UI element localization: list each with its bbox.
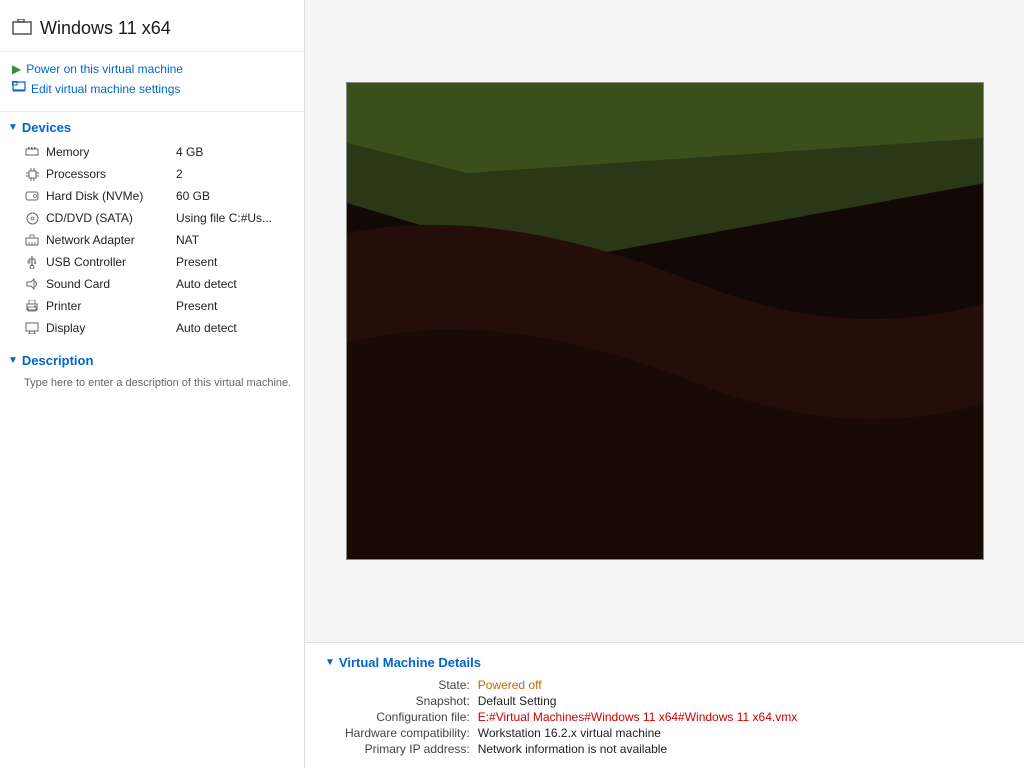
description-text: Type here to enter a description of this… [0, 372, 304, 395]
state-label: State: [345, 678, 470, 692]
edit-icon [12, 81, 26, 96]
device-name: Display [46, 321, 176, 335]
memory-icon [24, 144, 40, 160]
device-name: Processors [46, 167, 176, 181]
cpu-icon [24, 166, 40, 182]
power-on-link[interactable]: ▶ Power on this virtual machine [12, 62, 292, 76]
device-value: Present [176, 255, 292, 269]
vm-canvas [347, 83, 983, 559]
device-value: Using file C:#Us... [176, 211, 292, 225]
device-name: CD/DVD (SATA) [46, 211, 176, 225]
devices-section-header[interactable]: ▼ Devices [0, 112, 304, 139]
devices-table: Memory 4 GB Processors 2 Hard Disk (NVMe… [0, 139, 304, 341]
hardware-value: Workstation 16.2.x virtual machine [478, 726, 1004, 740]
vm-title-area: Windows 11 x64 [0, 10, 304, 52]
description-section: ▼ Description Type here to enter a descr… [0, 341, 304, 399]
device-value: 2 [176, 167, 292, 181]
list-item[interactable]: Sound Card Auto detect [0, 273, 304, 295]
devices-arrow: ▼ [8, 122, 18, 133]
description-section-header[interactable]: ▼ Description [0, 345, 304, 372]
display-icon [24, 320, 40, 336]
edit-settings-link[interactable]: Edit virtual machine settings [12, 81, 292, 96]
device-value: NAT [176, 233, 292, 247]
description-arrow: ▼ [8, 355, 18, 366]
details-table: State: Powered off Snapshot: Default Set… [325, 678, 1004, 756]
hdd-icon [24, 188, 40, 204]
vm-title: Windows 11 x64 [40, 18, 171, 39]
device-name: Memory [46, 145, 176, 159]
vm-details-header[interactable]: ▼ Virtual Machine Details [325, 655, 1004, 670]
device-name: Sound Card [46, 277, 176, 291]
right-panel: ▼ Virtual Machine Details State: Powered… [305, 0, 1024, 768]
list-item[interactable]: Display Auto detect [0, 317, 304, 339]
left-panel: Windows 11 x64 ▶ Power on this virtual m… [0, 0, 305, 768]
vm-icon [12, 19, 32, 39]
power-on-label: Power on this virtual machine [26, 62, 183, 76]
device-value: Present [176, 299, 292, 313]
main-container: Windows 11 x64 ▶ Power on this virtual m… [0, 0, 1024, 768]
sound-icon [24, 276, 40, 292]
device-name: Hard Disk (NVMe) [46, 189, 176, 203]
device-name: Printer [46, 299, 176, 313]
list-item[interactable]: CD/DVD (SATA) Using file C:#Us... [0, 207, 304, 229]
network-icon [24, 232, 40, 248]
edit-settings-label: Edit virtual machine settings [31, 82, 180, 96]
ip-value: Network information is not available [478, 742, 1004, 756]
device-name: Network Adapter [46, 233, 176, 247]
vm-display-area [305, 0, 1024, 642]
snapshot-value: Default Setting [478, 694, 1004, 708]
config-value: E:#Virtual Machines#Windows 11 x64#Windo… [478, 710, 1004, 724]
hardware-label: Hardware compatibility: [345, 726, 470, 740]
list-item[interactable]: Network Adapter NAT [0, 229, 304, 251]
device-value: Auto detect [176, 277, 292, 291]
play-icon: ▶ [12, 62, 21, 76]
description-title: Description [22, 353, 94, 368]
list-item[interactable]: Printer Present [0, 295, 304, 317]
list-item[interactable]: Hard Disk (NVMe) 60 GB [0, 185, 304, 207]
details-arrow: ▼ [325, 657, 335, 668]
printer-icon [24, 298, 40, 314]
bottom-info: ▼ Virtual Machine Details State: Powered… [305, 642, 1024, 768]
dvd-icon [24, 210, 40, 226]
list-item[interactable]: Memory 4 GB [0, 141, 304, 163]
actions-area: ▶ Power on this virtual machine Edit vir… [0, 52, 304, 112]
usb-icon [24, 254, 40, 270]
device-value: Auto detect [176, 321, 292, 335]
list-item[interactable]: Processors 2 [0, 163, 304, 185]
snapshot-label: Snapshot: [345, 694, 470, 708]
device-value: 4 GB [176, 145, 292, 159]
devices-title: Devices [22, 120, 71, 135]
config-label: Configuration file: [345, 710, 470, 724]
list-item[interactable]: USB Controller Present [0, 251, 304, 273]
state-value: Powered off [478, 678, 1004, 692]
device-name: USB Controller [46, 255, 176, 269]
details-title: Virtual Machine Details [339, 655, 481, 670]
vm-screen[interactable] [346, 82, 984, 560]
device-value: 60 GB [176, 189, 292, 203]
ip-label: Primary IP address: [345, 742, 470, 756]
